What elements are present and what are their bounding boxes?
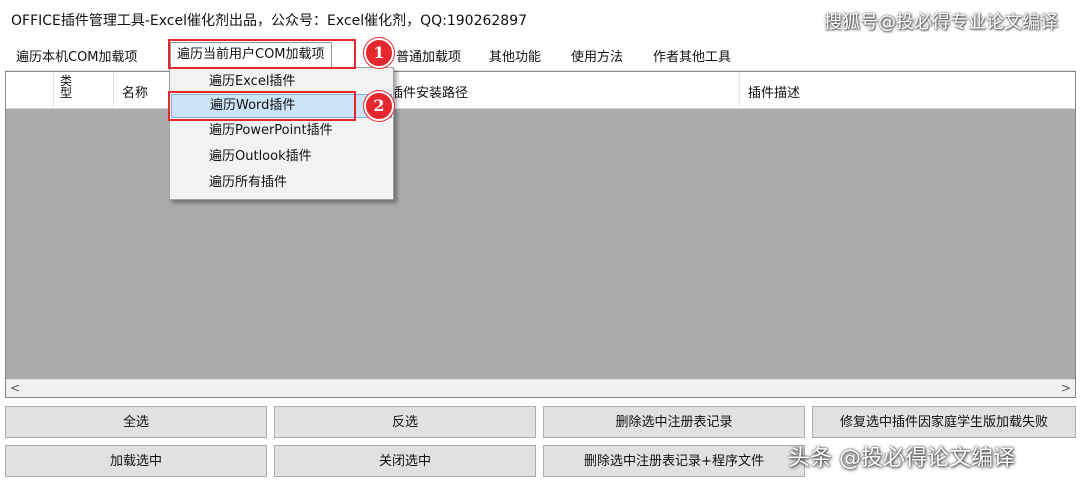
menu-normal-addins[interactable]: 普通加载项 bbox=[396, 46, 461, 65]
scroll-right-icon[interactable]: > bbox=[1059, 380, 1073, 397]
dropdown-item-outlook[interactable]: 遍历Outlook插件 bbox=[171, 145, 392, 169]
header-type-label: 类型 bbox=[60, 74, 73, 100]
scroll-left-icon[interactable]: < bbox=[8, 380, 22, 397]
close-selected-button[interactable]: 关闭选中 bbox=[274, 445, 536, 477]
dropdown-item-all[interactable]: 遍历所有插件 bbox=[171, 171, 392, 195]
window-title: OFFICE插件管理工具-Excel催化剂出品，公众号：Excel催化剂，QQ:… bbox=[11, 13, 528, 29]
watermark-top: 搜狐号@投必得专业论文编译 bbox=[824, 12, 1058, 33]
annotation-badge-1: 1 bbox=[364, 38, 394, 68]
load-selected-button[interactable]: 加载选中 bbox=[5, 445, 267, 477]
horizontal-scrollbar[interactable]: < > bbox=[6, 379, 1075, 397]
annotation-box-word bbox=[168, 91, 356, 121]
menu-author-tools[interactable]: 作者其他工具 bbox=[653, 46, 731, 65]
watermark-bottom: 头条 @投必得论文编译 bbox=[788, 446, 1015, 471]
title-bar: OFFICE插件管理工具-Excel催化剂出品，公众号：Excel催化剂，QQ:… bbox=[0, 0, 1080, 40]
annotation-box-menu bbox=[168, 39, 356, 69]
invert-selection-button[interactable]: 反选 bbox=[274, 406, 536, 438]
annotation-badge-2: 2 bbox=[364, 91, 394, 121]
header-name-label: 名称 bbox=[122, 86, 149, 101]
dropdown-item-powerpoint[interactable]: 遍历PowerPoint插件 bbox=[171, 119, 392, 143]
menu-usage[interactable]: 使用方法 bbox=[571, 46, 623, 65]
addin-list[interactable]: 类型 名称 插件安装路径 插件描述 < > bbox=[5, 71, 1076, 398]
header-install-path-label: 插件安装路径 bbox=[390, 86, 469, 101]
header-checkbox-column bbox=[6, 72, 54, 108]
menu-other-functions[interactable]: 其他功能 bbox=[489, 46, 541, 65]
header-description[interactable]: 插件描述 bbox=[740, 72, 1075, 108]
repair-home-edition-button[interactable]: 修复选中插件因家庭学生版加载失败 bbox=[812, 406, 1076, 438]
menu-bar: 遍历本机COM加载项 遍历当前用户COM加载项 普通加载项 其他功能 使用方法 … bbox=[4, 40, 1076, 71]
header-type[interactable]: 类型 bbox=[54, 72, 114, 108]
delete-registry-and-files-button[interactable]: 删除选中注册表记录+程序文件 bbox=[543, 445, 805, 477]
dropdown-menu: 遍历Excel插件 遍历Word插件 遍历PowerPoint插件 遍历Outl… bbox=[169, 67, 394, 200]
list-header: 类型 名称 插件安装路径 插件描述 bbox=[6, 72, 1075, 109]
header-install-path[interactable]: 插件安装路径 bbox=[384, 72, 740, 108]
select-all-button[interactable]: 全选 bbox=[5, 406, 267, 438]
delete-registry-button[interactable]: 删除选中注册表记录 bbox=[543, 406, 805, 438]
header-description-label: 插件描述 bbox=[748, 86, 801, 101]
menu-local-com-addins[interactable]: 遍历本机COM加载项 bbox=[16, 46, 138, 65]
